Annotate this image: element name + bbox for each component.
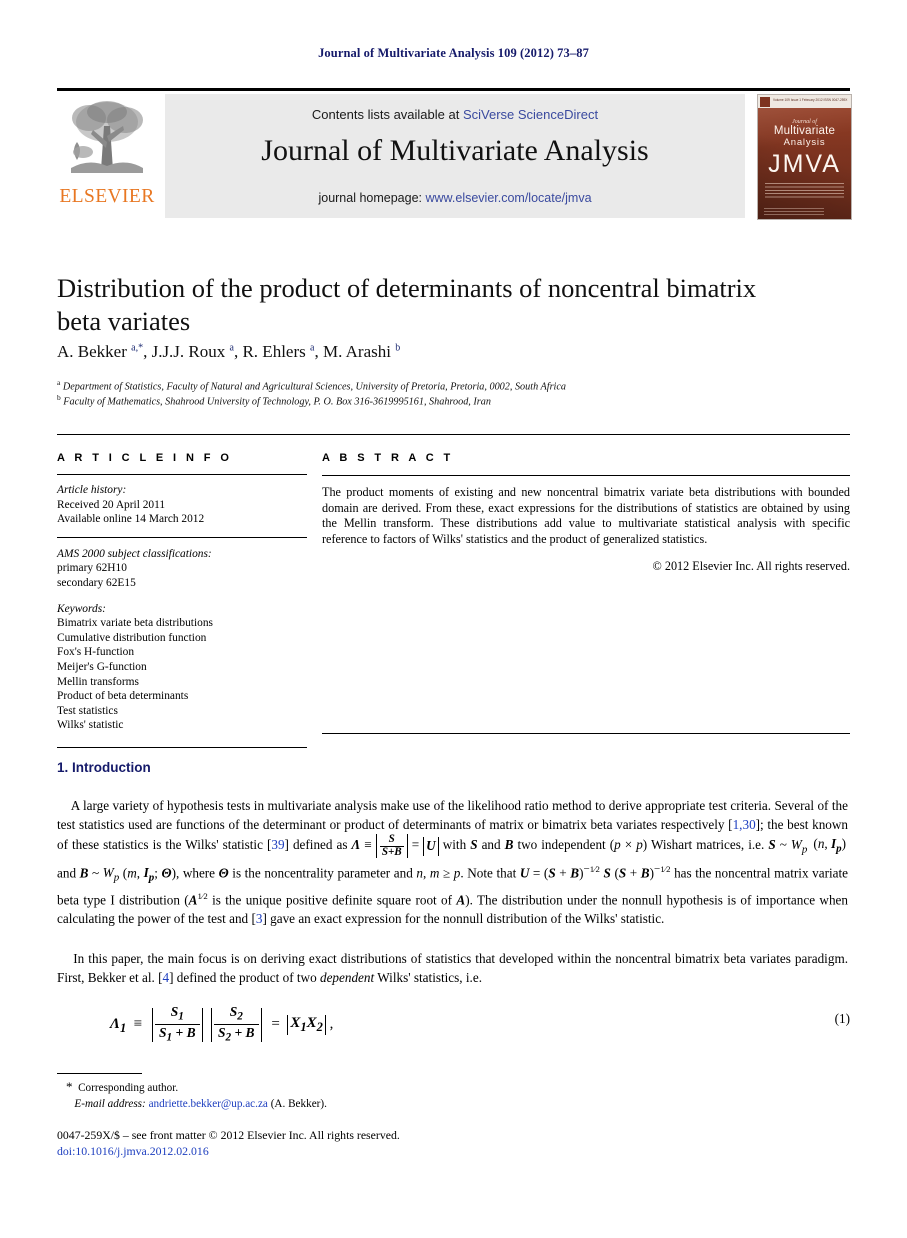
cover-text-texture [765,183,844,198]
keywords-label: Keywords: [57,602,106,615]
article-info-divider [57,536,307,538]
msc-label: AMS 2000 subject classifications: [57,547,212,560]
imprint-block: 0047-259X/$ – see front matter © 2012 El… [57,1128,657,1159]
article-history-1: Available online 14 March 2012 [57,513,205,526]
article-info-bottom-rule [57,746,307,748]
journal-homepage-link[interactable]: www.elsevier.com/locate/jmva [426,191,592,205]
abstract-text: The product moments of existing and new … [322,485,850,546]
citation-ref[interactable]: 3 [256,911,263,926]
equation-number: (1) [834,1011,850,1026]
elsevier-tree-icon [63,96,151,182]
journal-banner: Contents lists available at SciVerse Sci… [165,94,745,218]
article-info-rule [57,474,307,475]
keyword-item: Mellin transforms [57,675,139,688]
email-suffix: (A. Bekker). [270,1097,327,1110]
cover-journal-name: Multivariate Analysis [758,125,851,148]
keyword-item: Wilks' statistic [57,719,124,732]
abstract-rule [322,475,850,476]
affiliation-b: b Faculty of Mathematics, Shahrood Unive… [57,393,847,407]
page-title: Distribution of the product of determina… [57,273,757,336]
paper-page: Journal of Multivariate Analysis 109 (20… [0,0,907,1238]
section-heading-introduction: 1. Introduction [57,760,151,775]
cover-top-bar: Volume 109 Issue 1 February 2012 ISSN 00… [758,95,851,108]
contents-prefix: Contents lists available at [311,107,463,122]
info-band-top-rule [57,434,850,435]
elsevier-logo: ELSEVIER [57,94,157,218]
imprint-line: 0047-259X/$ – see front matter © 2012 El… [57,1128,400,1142]
article-history-label: Article history: [57,484,127,496]
cover-footer-texture [764,208,824,215]
corresponding-author-text: Corresponding author. [78,1082,179,1094]
journal-homepage-line: journal homepage: www.elsevier.com/locat… [165,191,745,205]
abstract-copyright: © 2012 Elsevier Inc. All rights reserved… [652,559,850,574]
journal-cover-thumbnail: Volume 109 Issue 1 February 2012 ISSN 00… [757,94,852,220]
keyword-item: Meijer's G-function [57,660,147,673]
cover-publisher-mark [760,96,770,107]
author-list: A. Bekker a,*, J.J.J. Roux a, R. Ehlers … [57,342,401,361]
affiliation-b-text: Faculty of Mathematics, Shahrood Univers… [63,396,491,408]
sciencedirect-link[interactable]: SciVerse ScienceDirect [463,107,598,122]
footnote-rule [57,1073,142,1075]
cover-line-analysis: Analysis [783,137,826,148]
equation-1: Λ1 ≡ S1 S1 + B S2 S2 + B = X1X2 , [110,1004,334,1044]
running-head: Journal of Multivariate Analysis 109 (20… [318,46,589,60]
cover-line-multivariate: Multivariate [773,125,836,137]
citation-ref[interactable]: 1,30 [733,817,756,832]
msc-1: secondary 62E15 [57,576,136,589]
keyword-item: Fox's H-function [57,646,135,659]
keywords-group: Keywords: Bimatrix variate beta distribu… [57,602,307,733]
keyword-item: Bimatrix variate beta distributions [57,617,213,630]
cover-acronym: JMVA [768,150,841,178]
keyword-item: Test statistics [57,704,118,717]
intro-paragraph-1: A large variety of hypothesis tests in m… [57,798,849,927]
abstract-column: A B S T R A C T The product moments of e… [322,452,850,574]
citation-ref[interactable]: 39 [271,837,284,852]
contents-available-line: Contents lists available at SciVerse Sci… [165,107,745,122]
citation-ref[interactable]: 4 [162,970,169,985]
doi-link[interactable]: doi:10.1016/j.jmva.2012.02.016 [57,1144,209,1158]
email-link[interactable]: andriette.bekker@up.ac.za [149,1098,268,1110]
affiliation-a-text: Department of Statistics, Faculty of Nat… [62,381,566,393]
journal-title: Journal of Multivariate Analysis [261,134,649,167]
elsevier-wordmark: ELSEVIER [59,186,155,207]
article-history: Article history: Received 20 April 2011 … [57,483,307,527]
keyword-item: Product of beta determinants [57,690,189,703]
keyword-item: Cumulative distribution function [57,631,207,644]
msc-0: primary 62H10 [57,562,127,575]
article-history-0: Received 20 April 2011 [57,498,166,511]
msc-group: AMS 2000 subject classifications: primar… [57,547,307,591]
affiliation-a: a Department of Statistics, Faculty of N… [57,378,847,392]
footnote-block: * Corresponding author. E-mail address: … [66,1079,586,1112]
email-label: E-mail address: [74,1097,146,1110]
cover-issue-line: Volume 109 Issue 1 February 2012 ISSN 00… [773,98,848,102]
intro-paragraph-2: In this paper, the main focus is on deri… [57,951,848,985]
corresponding-author-marker: * [66,1079,73,1094]
abstract-bottom-rule [322,733,850,734]
affiliation-a-marker: a [57,378,61,387]
article-info-heading: A R T I C L E I N F O [57,452,233,464]
masthead-top-rule [57,88,850,91]
journal-masthead: ELSEVIER Contents lists available at Sci… [57,88,852,220]
homepage-prefix: journal homepage: [318,191,426,205]
article-info-column: A R T I C L E I N F O Article history: R… [57,452,307,748]
abstract-heading: A B S T R A C T [322,452,454,464]
affiliation-b-marker: b [57,393,61,402]
